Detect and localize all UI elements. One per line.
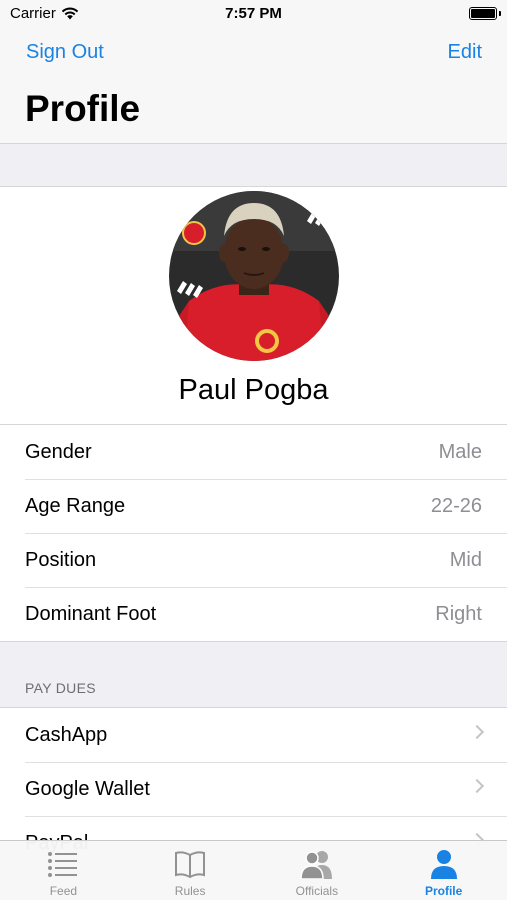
list-icon bbox=[45, 848, 81, 880]
pay-dues-item-cashapp[interactable]: CashApp bbox=[0, 708, 507, 762]
status-bar: Carrier 7:57 PM bbox=[0, 0, 507, 28]
navigation-bar: Sign Out Edit Profile bbox=[0, 28, 507, 144]
avatar-photo bbox=[169, 191, 339, 361]
pay-dues-label: CashApp bbox=[25, 723, 108, 746]
people-icon bbox=[299, 848, 335, 880]
tab-label: Feed bbox=[49, 884, 78, 898]
book-icon bbox=[172, 848, 208, 880]
pay-dues-label: Google Wallet bbox=[25, 777, 150, 800]
person-icon bbox=[426, 848, 462, 880]
tab-label: Officials bbox=[295, 884, 339, 898]
info-row-dominant-foot: Dominant Foot Right bbox=[0, 587, 507, 641]
tab-rules[interactable]: Rules bbox=[127, 841, 254, 900]
info-value: 22-26 bbox=[430, 494, 482, 517]
profile-info-list: Gender Male Age Range 22-26 Position Mid… bbox=[0, 424, 507, 642]
profile-name: Paul Pogba bbox=[178, 374, 329, 406]
tab-bar: Feed Rules Officials Profile bbox=[0, 840, 507, 900]
section-header-pay-dues: PAY DUES bbox=[25, 680, 96, 696]
tab-label: Rules bbox=[174, 884, 206, 898]
tab-profile[interactable]: Profile bbox=[380, 841, 507, 900]
avatar[interactable] bbox=[169, 191, 339, 361]
info-value: Right bbox=[435, 602, 482, 625]
tab-feed[interactable]: Feed bbox=[0, 841, 127, 900]
info-row-age-range: Age Range 22-26 bbox=[0, 479, 507, 533]
info-value: Mid bbox=[449, 548, 482, 571]
tab-officials[interactable]: Officials bbox=[254, 841, 381, 900]
info-label: Gender bbox=[25, 440, 92, 463]
edit-button[interactable]: Edit bbox=[448, 41, 482, 64]
pay-dues-item-google-wallet[interactable]: Google Wallet bbox=[0, 762, 507, 816]
info-value: Male bbox=[438, 440, 482, 463]
profile-card: Paul Pogba bbox=[0, 186, 507, 424]
info-label: Position bbox=[25, 548, 97, 571]
status-time: 7:57 PM bbox=[225, 5, 282, 22]
info-row-position: Position Mid bbox=[0, 533, 507, 587]
page-title: Profile bbox=[25, 88, 141, 129]
tab-label: Profile bbox=[424, 884, 463, 898]
info-label: Dominant Foot bbox=[25, 602, 157, 625]
sign-out-button[interactable]: Sign Out bbox=[26, 41, 104, 64]
battery-icon bbox=[469, 7, 497, 20]
info-row-gender: Gender Male bbox=[0, 425, 507, 479]
info-label: Age Range bbox=[25, 494, 126, 517]
